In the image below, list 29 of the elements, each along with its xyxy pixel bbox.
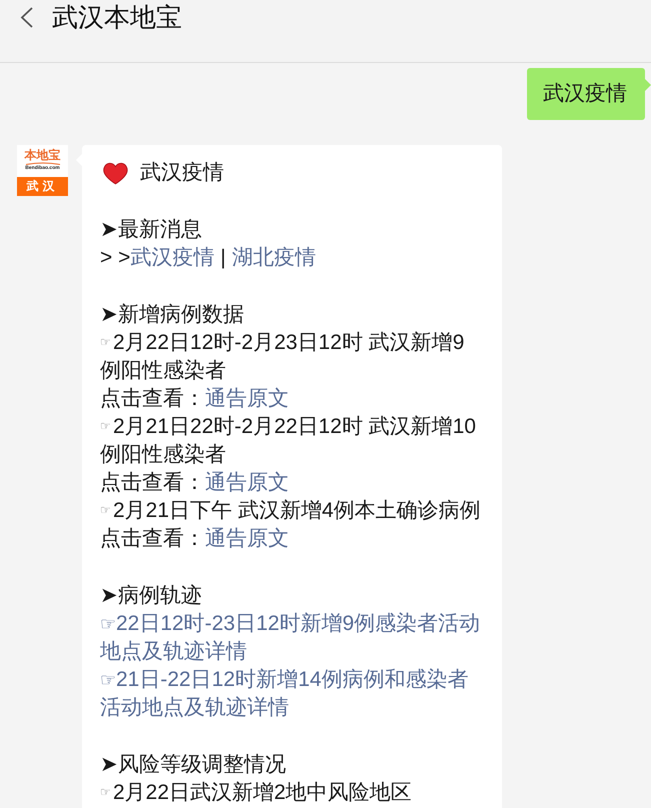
detail-link[interactable]: ☞22日12时-23日12时新增9例感染者活动地点及轨迹详情: [100, 610, 483, 666]
heart-icon: [103, 162, 128, 184]
logo-city-label: 武汉: [17, 177, 68, 196]
chat-title: 武汉本地宝: [52, 1, 182, 34]
back-chevron-icon: [20, 6, 33, 28]
source-link[interactable]: 通告原文: [205, 527, 289, 550]
topic-link[interactable]: 武汉疫情: [130, 246, 214, 269]
source-link[interactable]: 通告原文: [205, 471, 289, 494]
detail-link[interactable]: ☞21日-22日12时新增14例病例和感染者活动地点及轨迹详情: [100, 666, 483, 722]
sent-message-bubble: 武汉疫情: [527, 68, 645, 120]
section-heading: ➤病例轨迹: [100, 583, 203, 609]
section-heading: ➤新增病例数据: [100, 302, 245, 328]
message-title: 武汉疫情: [140, 160, 224, 186]
source-label: 点击查看：: [100, 471, 205, 494]
news-item-text: ☞2月22日12时-2月23日12时 武汉新增9例阳性感染者: [100, 330, 466, 384]
source-label: 点击查看：: [100, 527, 205, 550]
section-heading: ➤最新消息: [100, 217, 203, 243]
logo-brand-text: 本地宝: [24, 149, 60, 162]
logo-swoosh-icon: [24, 162, 60, 165]
section-heading: ➤风险等级调整情况: [100, 752, 287, 778]
news-item-text: ☞2月21日下午 武汉新增4例本土确诊病例: [100, 498, 482, 524]
topic-link[interactable]: 湖北疫情: [232, 246, 316, 269]
source-link[interactable]: 通告原文: [205, 387, 289, 410]
source-label: 点击查看：: [100, 387, 205, 410]
news-item-text: ☞2月21日22时-2月22日12时 武汉新增10例阳性感染者: [100, 414, 477, 468]
separator-text: |: [220, 246, 226, 269]
prefix-text: > >: [100, 246, 130, 269]
bubble-tail-icon: [645, 79, 651, 91]
news-item-text: ☞2月22日武汉新增2地中风险地区: [100, 780, 413, 806]
